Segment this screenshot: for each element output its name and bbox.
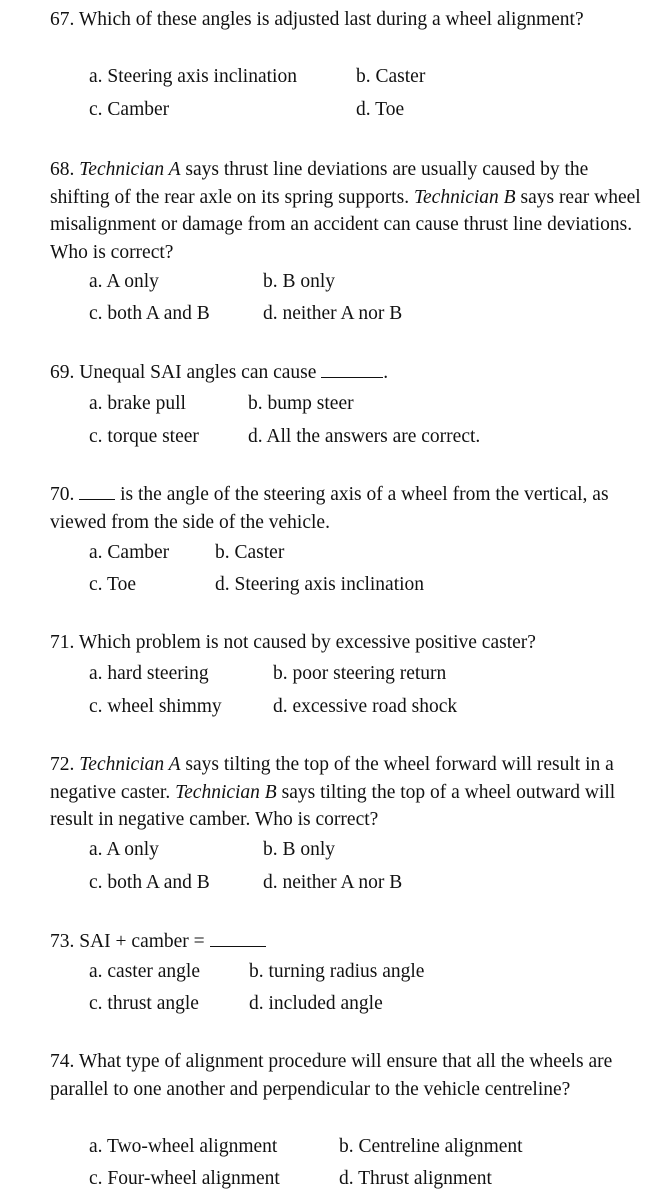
option-d[interactable]: d. excessive road shock	[273, 696, 457, 718]
option-b[interactable]: b. B only	[263, 271, 335, 293]
option-c[interactable]: c. thrust angle	[89, 993, 199, 1015]
question-stem: 73. SAI + camber =	[50, 928, 650, 956]
option-c[interactable]: c. both A and B	[89, 303, 210, 325]
question-number: 71.	[50, 632, 75, 653]
option-d[interactable]: d. neither A nor B	[263, 303, 402, 325]
question-number: 74.	[50, 1051, 75, 1072]
question-number: 73.	[50, 931, 75, 952]
option-c[interactable]: c. Four-wheel alignment	[89, 1168, 280, 1190]
option-b[interactable]: b. B only	[263, 839, 335, 861]
question-number: 69.	[50, 362, 75, 383]
option-a[interactable]: a. caster angle	[89, 961, 200, 983]
question-text: Unequal SAI angles can cause	[79, 362, 317, 383]
question-text: is the angle of the steering axis of a w…	[50, 484, 609, 533]
period: .	[383, 362, 389, 383]
technician-a-label: Technician A	[79, 754, 181, 775]
answer-blank	[321, 376, 384, 378]
question-67: 67. Which of these angles is adjusted la…	[50, 6, 650, 34]
technician-b-label: Technician B	[413, 186, 516, 208]
question-stem: 72. Technician A says tilting the top of…	[50, 751, 650, 834]
option-d[interactable]: d. Toe	[356, 99, 404, 121]
question-68: 68. Technician A says thrust line deviat…	[50, 156, 650, 266]
option-a[interactable]: a. Camber	[89, 542, 169, 564]
option-d[interactable]: d. neither A nor B	[263, 872, 402, 894]
option-b[interactable]: b. Centreline alignment	[339, 1136, 523, 1158]
option-b[interactable]: b. poor steering return	[273, 663, 446, 685]
question-text: What type of alignment procedure will en…	[50, 1051, 613, 1100]
question-71: 71. Which problem is not caused by exces…	[50, 629, 650, 657]
option-a[interactable]: a. A only	[89, 271, 159, 293]
question-stem: 67. Which of these angles is adjusted la…	[50, 6, 650, 34]
technician-a-label: Technician A	[79, 159, 181, 180]
question-text: SAI + camber =	[79, 931, 205, 952]
question-stem: 74. What type of alignment procedure wil…	[50, 1048, 640, 1103]
option-a[interactable]: a. Two-wheel alignment	[89, 1136, 277, 1158]
option-a[interactable]: a. Steering axis inclination	[89, 66, 297, 88]
answer-blank	[209, 945, 266, 947]
option-a[interactable]: a. brake pull	[89, 393, 186, 415]
question-text: Which of these angles is adjusted last d…	[78, 9, 584, 30]
answer-blank	[79, 498, 116, 500]
option-b[interactable]: b. bump steer	[248, 393, 354, 415]
option-d[interactable]: d. included angle	[249, 993, 383, 1015]
option-b[interactable]: b. Caster	[215, 542, 284, 564]
technician-b-label: Technician B	[175, 781, 277, 803]
question-number: 72.	[50, 754, 75, 775]
option-c[interactable]: c. torque steer	[89, 426, 199, 448]
question-74: 74. What type of alignment procedure wil…	[50, 1048, 640, 1103]
question-70: 70. is the angle of the steering axis of…	[50, 481, 650, 536]
question-stem: 69. Unequal SAI angles can cause .	[50, 359, 650, 387]
option-c[interactable]: c. Toe	[89, 574, 136, 596]
question-stem: 68. Technician A says thrust line deviat…	[50, 156, 650, 266]
option-c[interactable]: c. Camber	[89, 99, 169, 121]
question-72: 72. Technician A says tilting the top of…	[50, 751, 650, 834]
option-a[interactable]: a. A only	[89, 839, 159, 861]
question-stem: 70. is the angle of the steering axis of…	[50, 481, 650, 536]
option-c[interactable]: c. wheel shimmy	[89, 696, 222, 718]
question-73: 73. SAI + camber =	[50, 928, 650, 956]
question-number: 70.	[50, 484, 75, 505]
option-c[interactable]: c. both A and B	[89, 872, 210, 894]
option-d[interactable]: d. Steering axis inclination	[215, 574, 424, 596]
question-number: 67.	[50, 9, 75, 30]
option-b[interactable]: b. Caster	[356, 66, 425, 88]
option-b[interactable]: b. turning radius angle	[249, 961, 424, 983]
option-d[interactable]: d. All the answers are correct.	[248, 426, 480, 448]
question-text: Which problem is not caused by excessive…	[78, 632, 536, 653]
question-stem: 71. Which problem is not caused by exces…	[50, 629, 650, 657]
option-d[interactable]: d. Thrust alignment	[339, 1168, 492, 1190]
question-69: 69. Unequal SAI angles can cause .	[50, 359, 650, 387]
question-number: 68.	[50, 159, 75, 180]
option-a[interactable]: a. hard steering	[89, 663, 209, 685]
